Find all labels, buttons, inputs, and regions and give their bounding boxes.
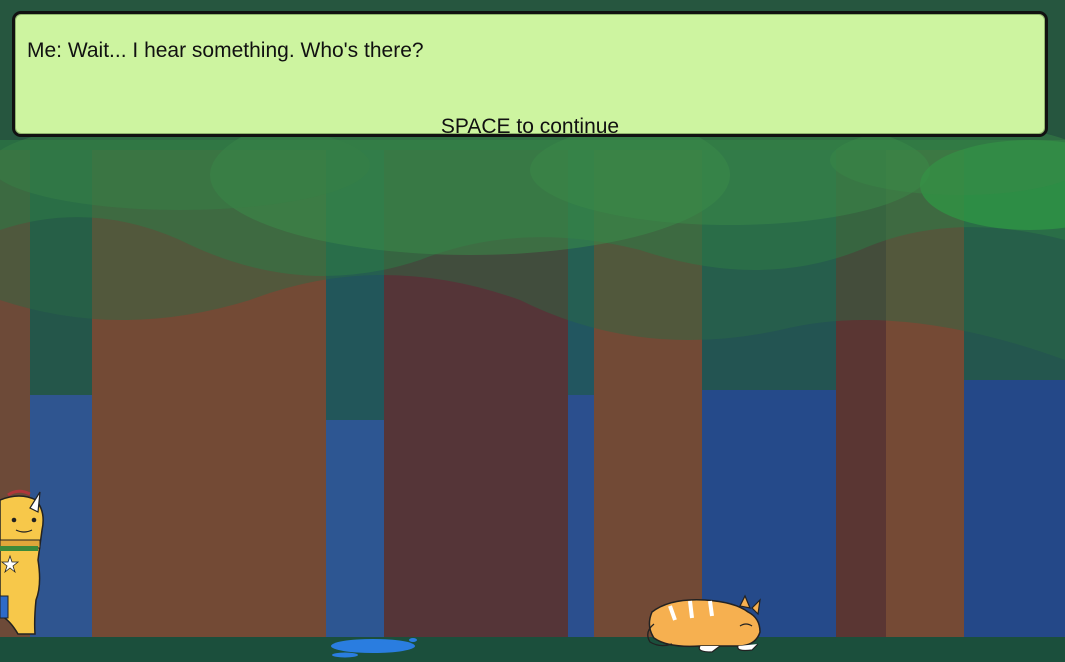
ground (0, 637, 1065, 662)
crouching-cat-icon (647, 594, 761, 653)
dialog-text: Me: Wait... I hear something. Who's ther… (27, 39, 424, 62)
continue-hint: SPACE to continue (440, 115, 620, 138)
dialog-box[interactable]: Me: Wait... I hear something. Who's ther… (12, 11, 1048, 138)
